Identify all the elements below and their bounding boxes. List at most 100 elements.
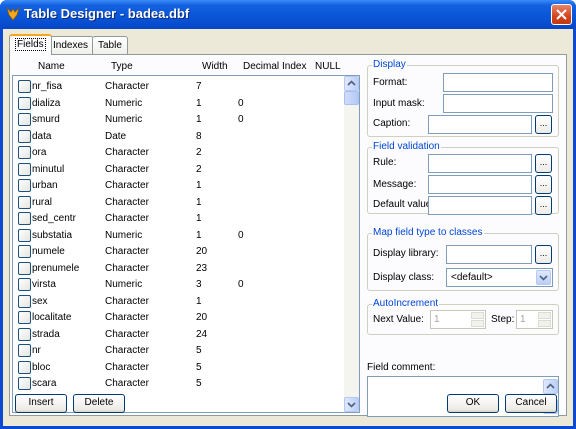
cell-type[interactable]: Character bbox=[105, 263, 149, 274]
display-library-input[interactable] bbox=[446, 245, 532, 264]
cell-name[interactable]: localitate bbox=[32, 312, 71, 323]
table-row[interactable]: nr Character 5 bbox=[13, 342, 347, 359]
table-row[interactable]: dializa Numeric 1 0 bbox=[13, 95, 347, 112]
cell-width[interactable]: 2 bbox=[196, 147, 202, 158]
row-selector-button[interactable] bbox=[18, 327, 31, 341]
cell-name[interactable]: bloc bbox=[32, 362, 50, 373]
title-bar[interactable]: Table Designer - badea.dbf bbox=[0, 0, 576, 29]
row-selector-button[interactable] bbox=[18, 195, 31, 209]
cell-name[interactable]: sed_centr bbox=[32, 213, 76, 224]
row-selector-button[interactable] bbox=[18, 146, 31, 159]
cell-width[interactable]: 1 bbox=[196, 197, 202, 208]
cell-name[interactable]: nr bbox=[32, 345, 41, 356]
cell-width[interactable]: 8 bbox=[196, 131, 202, 142]
row-selector-button[interactable] bbox=[18, 80, 31, 93]
caption-builder-button[interactable]: ... bbox=[535, 115, 552, 134]
cell-type[interactable]: Character bbox=[105, 296, 149, 307]
cell-name[interactable]: data bbox=[32, 131, 51, 142]
table-row[interactable]: data Date 8 bbox=[13, 128, 347, 145]
cell-width[interactable]: 7 bbox=[196, 81, 202, 92]
table-row[interactable]: virsta Numeric 3 0 bbox=[13, 276, 347, 293]
table-row[interactable]: localitate Character 20 bbox=[13, 309, 347, 326]
default-value-input[interactable] bbox=[428, 196, 532, 215]
rule-input[interactable] bbox=[428, 154, 532, 173]
cell-width[interactable]: 5 bbox=[196, 345, 202, 356]
column-header-type[interactable]: Type bbox=[111, 61, 133, 72]
table-row[interactable]: nr_fisa Character 7 bbox=[13, 78, 347, 95]
cell-width[interactable]: 1 bbox=[196, 98, 202, 109]
table-row[interactable]: rural Character 1 bbox=[13, 194, 347, 211]
cell-type[interactable]: Character bbox=[105, 362, 149, 373]
cell-type[interactable]: Character bbox=[105, 213, 149, 224]
cell-type[interactable]: Character bbox=[105, 197, 149, 208]
ok-button[interactable]: OK bbox=[447, 394, 499, 413]
cell-width[interactable]: 5 bbox=[196, 378, 202, 389]
column-header-decimal[interactable]: Decimal bbox=[243, 61, 279, 72]
table-row[interactable]: ora Character 2 bbox=[13, 144, 347, 161]
insert-button[interactable]: Insert bbox=[15, 394, 67, 413]
cell-type[interactable]: Character bbox=[105, 329, 149, 340]
cell-name[interactable]: strada bbox=[32, 329, 60, 340]
display-class-dropdown-button[interactable] bbox=[536, 270, 551, 285]
display-library-builder-button[interactable]: ... bbox=[535, 245, 552, 264]
close-button[interactable] bbox=[551, 4, 572, 25]
table-row[interactable]: substatia Numeric 1 0 bbox=[13, 227, 347, 244]
cell-width[interactable]: 24 bbox=[196, 329, 207, 340]
cell-name[interactable]: ora bbox=[32, 147, 46, 158]
cell-type[interactable]: Character bbox=[105, 345, 149, 356]
default-value-builder-button[interactable]: ... bbox=[535, 196, 552, 215]
display-class-select[interactable]: <default> bbox=[446, 268, 553, 287]
table-row[interactable]: strada Character 24 bbox=[13, 326, 347, 343]
cell-type[interactable]: Character bbox=[105, 164, 149, 175]
row-selector-button[interactable] bbox=[18, 129, 31, 143]
delete-button[interactable]: Delete bbox=[73, 394, 125, 413]
next-value-spinner[interactable]: 1 bbox=[430, 310, 486, 329]
message-input[interactable] bbox=[428, 175, 532, 194]
cell-width[interactable]: 23 bbox=[196, 263, 207, 274]
message-builder-button[interactable]: ... bbox=[535, 175, 552, 194]
cell-name[interactable]: scara bbox=[32, 378, 56, 389]
cell-type[interactable]: Date bbox=[105, 131, 126, 142]
tab-fields[interactable]: Fields bbox=[9, 34, 52, 55]
cell-width[interactable]: 5 bbox=[196, 362, 202, 373]
caption-input[interactable] bbox=[428, 115, 532, 134]
cell-type[interactable]: Numeric bbox=[105, 279, 142, 290]
row-selector-button[interactable] bbox=[18, 311, 31, 324]
cell-name[interactable]: numele bbox=[32, 246, 65, 257]
cell-width[interactable]: 1 bbox=[196, 230, 202, 241]
row-selector-button[interactable] bbox=[18, 96, 31, 110]
cell-type[interactable]: Numeric bbox=[105, 114, 142, 125]
cell-width[interactable]: 1 bbox=[196, 296, 202, 307]
step-spinner[interactable]: 1 bbox=[516, 310, 553, 329]
cell-name[interactable]: nr_fisa bbox=[32, 81, 62, 92]
cell-name[interactable]: prenumele bbox=[32, 263, 79, 274]
table-row[interactable]: prenumele Character 23 bbox=[13, 260, 347, 277]
cell-type[interactable]: Character bbox=[105, 180, 149, 191]
cell-name[interactable]: minutul bbox=[32, 164, 64, 175]
cell-width[interactable]: 1 bbox=[196, 180, 202, 191]
tab-table[interactable]: Table bbox=[92, 36, 128, 54]
table-row[interactable]: urban Character 1 bbox=[13, 177, 347, 194]
row-selector-button[interactable] bbox=[18, 212, 31, 225]
cell-name[interactable]: virsta bbox=[32, 279, 56, 290]
row-selector-button[interactable] bbox=[18, 228, 31, 242]
row-selector-button[interactable] bbox=[18, 113, 31, 126]
cell-name[interactable]: urban bbox=[32, 180, 58, 191]
tab-indexes[interactable]: Indexes bbox=[47, 36, 95, 54]
cell-name[interactable]: dializa bbox=[32, 98, 60, 109]
cell-type[interactable]: Character bbox=[105, 246, 149, 257]
cell-width[interactable]: 1 bbox=[196, 213, 202, 224]
cell-name[interactable]: rural bbox=[32, 197, 52, 208]
cell-width[interactable]: 20 bbox=[196, 312, 207, 323]
column-header-name[interactable]: Name bbox=[38, 61, 65, 72]
cell-decimal[interactable]: 0 bbox=[238, 279, 244, 290]
table-row[interactable]: minutul Character 2 bbox=[13, 161, 347, 178]
row-selector-button[interactable] bbox=[18, 294, 31, 308]
table-row[interactable]: scara Character 5 bbox=[13, 375, 347, 392]
row-selector-button[interactable] bbox=[18, 344, 31, 357]
row-selector-button[interactable] bbox=[18, 377, 31, 390]
cell-name[interactable]: smurd bbox=[32, 114, 60, 125]
row-selector-button[interactable] bbox=[18, 245, 31, 258]
cell-name[interactable]: substatia bbox=[32, 230, 72, 241]
cell-type[interactable]: Character bbox=[105, 312, 149, 323]
